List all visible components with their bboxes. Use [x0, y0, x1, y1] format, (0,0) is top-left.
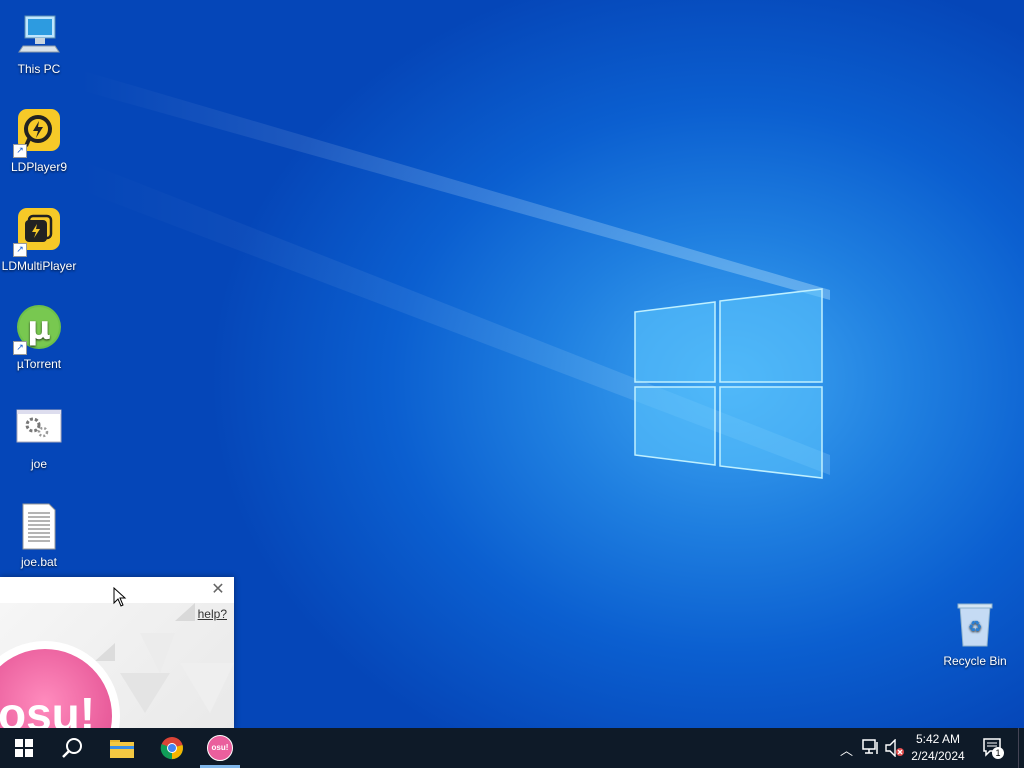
desktop-icon-label: joe	[30, 457, 47, 471]
desktop-icon-ldplayer9[interactable]: ↗ LDPlayer9	[0, 108, 78, 174]
desktop-icon-label: LDMultiPlayer	[1, 259, 77, 273]
mouse-cursor-icon	[113, 587, 127, 607]
desktop[interactable]: This PC ↗ LDPlayer9 ↗ LDMultiPlayer µ ↗ …	[0, 0, 1024, 728]
search-icon	[62, 738, 82, 758]
svg-text:µ: µ	[27, 309, 51, 347]
desktop-icon-this-pc[interactable]: This PC	[0, 10, 78, 76]
windows-logo-wallpaper	[634, 288, 823, 479]
taskbar: osu! ︿ 5:42 AM 2/24/2024 1	[0, 728, 1024, 768]
network-icon[interactable]	[862, 739, 880, 755]
search-button[interactable]	[48, 728, 96, 768]
shortcut-arrow-icon: ↗	[13, 144, 27, 158]
osu-app-label: osu!	[211, 743, 229, 752]
clock-date: 2/24/2024	[911, 749, 965, 763]
ldmultiplayer-icon: ↗	[13, 207, 63, 257]
clock-time: 5:42 AM	[915, 732, 961, 746]
desktop-icon-ldmultiplayer[interactable]: ↗ LDMultiPlayer	[0, 207, 78, 273]
taskbar-file-explorer[interactable]	[98, 728, 146, 768]
batch-file-icon	[15, 503, 63, 551]
computer-icon	[15, 10, 63, 58]
desktop-icon-label: µTorrent	[16, 357, 62, 371]
utorrent-icon: µ ↗	[13, 305, 63, 355]
settings-file-icon	[15, 405, 63, 453]
file-explorer-icon	[110, 740, 134, 758]
taskbar-osu[interactable]: osu!	[196, 728, 244, 768]
recycle-bin-icon: ♻	[951, 602, 999, 650]
notification-count-badge: 1	[992, 747, 1004, 759]
osu-icon: osu!	[207, 735, 233, 761]
shortcut-arrow-icon: ↗	[13, 243, 27, 257]
desktop-icon-label: This PC	[17, 62, 61, 76]
desktop-icon-label: joe.bat	[20, 555, 58, 569]
desktop-icon-label: Recycle Bin	[943, 654, 1007, 668]
clock[interactable]: 5:42 AM 2/24/2024	[905, 731, 971, 765]
volume-muted-icon[interactable]	[885, 739, 905, 757]
shortcut-arrow-icon: ↗	[13, 341, 27, 355]
desktop-icon-utorrent[interactable]: µ ↗ µTorrent	[0, 305, 78, 371]
osu-window-body: help? osu!	[0, 603, 234, 728]
chrome-icon	[160, 737, 183, 760]
action-center-button[interactable]: 1	[982, 737, 1004, 762]
svg-text:♻: ♻	[968, 617, 982, 636]
desktop-icon-recycle-bin[interactable]: ♻ Recycle Bin	[936, 602, 1014, 668]
ldplayer-icon: ↗	[13, 108, 63, 158]
desktop-icon-label: LDPlayer9	[10, 160, 68, 174]
show-hidden-icons-chevron-up-icon[interactable]: ︿	[840, 740, 853, 759]
osu-logo-text: osu!	[0, 688, 96, 728]
start-icon	[15, 739, 33, 757]
desktop-icon-joe-bat[interactable]: joe.bat	[0, 503, 78, 569]
taskbar-chrome[interactable]	[148, 728, 196, 768]
desktop-icon-joe[interactable]: joe	[0, 405, 78, 471]
start-button[interactable]	[0, 728, 48, 768]
help-link[interactable]: help?	[198, 607, 227, 621]
show-desktop-button[interactable]	[1018, 728, 1024, 768]
close-icon[interactable]: ✕	[208, 580, 228, 600]
